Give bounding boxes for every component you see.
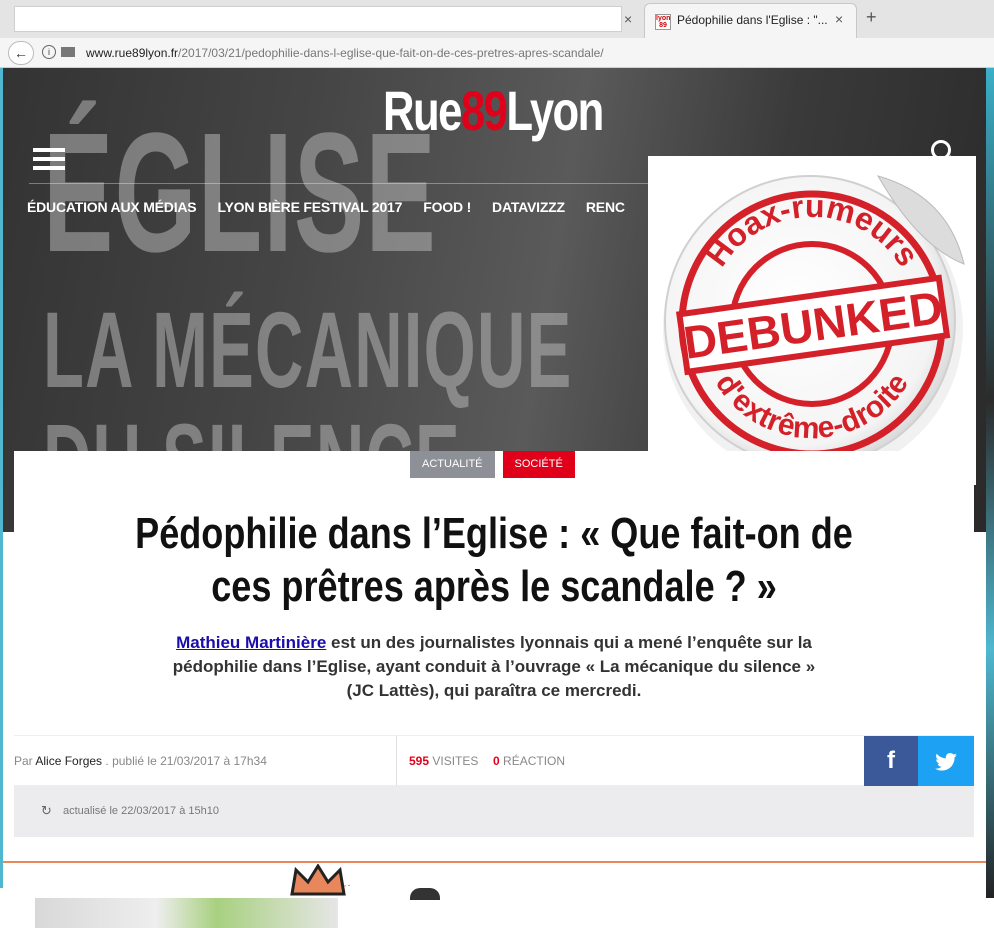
article-card: ACTUALITÉ SOCIÉTÉ Pédophilie dans l’Egli… bbox=[14, 451, 974, 735]
nav-item-education-medias[interactable]: ÉDUCATION AUX MÉDIAS bbox=[27, 199, 197, 215]
debunked-stamp-icon: Hoax-rumeurs d'extrême-droite DEBUNKED bbox=[663, 175, 965, 478]
reactions-number: 0 bbox=[493, 754, 500, 768]
folder-icon bbox=[61, 47, 75, 57]
main-nav: ÉDUCATION AUX MÉDIAS LYON BIÈRE FESTIVAL… bbox=[27, 199, 625, 215]
article-headline: Pédophilie dans l’Eglise : « Que fait-on… bbox=[84, 507, 904, 613]
nav-item-food[interactable]: FOOD ! bbox=[423, 199, 471, 215]
journalist-link[interactable]: Mathieu Martinière bbox=[176, 633, 326, 652]
meta-divider bbox=[396, 736, 397, 786]
visits-label: VISITES bbox=[432, 754, 479, 768]
nav-item-biere-festival[interactable]: LYON BIÈRE FESTIVAL 2017 bbox=[217, 199, 402, 215]
tab-title: Pédophilie dans l'Eglise : "... bbox=[677, 13, 827, 27]
info-icon[interactable]: i bbox=[42, 45, 56, 59]
logo-rue: Rue bbox=[383, 79, 462, 142]
headline-line-2: ces prêtres après le scandale ? » bbox=[211, 562, 777, 611]
url-path: /2017/03/21/pedophilie-dans-l-eglise-que… bbox=[178, 46, 604, 60]
visits-count: 595 VISITES bbox=[409, 754, 478, 768]
visits-number: 595 bbox=[409, 754, 430, 768]
site-logo[interactable]: Rue89Lyon bbox=[383, 78, 604, 143]
updated-date: actualisé le 22/03/2017 à 15h10 bbox=[63, 805, 219, 817]
reactions-label: RÉACTION bbox=[503, 754, 566, 768]
hero-title-mecanique: LA MÉCANIQUE bbox=[43, 289, 573, 410]
tab-strip: × lyon 89 Pédophilie dans l'Eglise : "..… bbox=[0, 0, 994, 38]
nav-item-datavizzz[interactable]: DATAVIZZZ bbox=[492, 199, 565, 215]
article-meta: Par Alice Forges . publié le 21/03/2017 … bbox=[14, 735, 974, 786]
tag-actualite[interactable]: ACTUALITÉ bbox=[410, 451, 495, 478]
address-bar: ← i www.rue89lyon.fr/2017/03/21/pedophil… bbox=[0, 38, 994, 68]
category-tags: ACTUALITÉ SOCIÉTÉ bbox=[410, 451, 575, 478]
active-tab[interactable]: lyon 89 Pédophilie dans l'Eglise : "... … bbox=[644, 3, 857, 38]
close-tab-icon[interactable]: × bbox=[624, 9, 632, 29]
headline-line-1: Pédophilie dans l’Eglise : « Que fait-on… bbox=[135, 509, 853, 558]
blank-tab[interactable] bbox=[14, 6, 622, 32]
debunked-sticker: Hoax-rumeurs d'extrême-droite DEBUNKED bbox=[648, 156, 976, 485]
nav-item-rencontres[interactable]: RENC bbox=[586, 199, 625, 215]
logo-number: 89 bbox=[460, 79, 508, 142]
facebook-share-button[interactable]: f bbox=[864, 736, 918, 786]
article-thumbnail[interactable] bbox=[35, 898, 338, 928]
logo-lyon: Lyon bbox=[506, 79, 604, 142]
updated-bar: ↻ actualisé le 22/03/2017 à 15h10 bbox=[14, 786, 974, 837]
illustration-fragment bbox=[410, 888, 440, 900]
next-section bbox=[3, 863, 986, 899]
article-lede: Mathieu Martinière est un des journalist… bbox=[164, 631, 824, 703]
byline-prefix: Par bbox=[14, 754, 33, 768]
reactions-count[interactable]: 0 RÉACTION bbox=[493, 754, 565, 768]
back-button[interactable]: ← bbox=[8, 41, 34, 65]
favicon-icon: lyon 89 bbox=[655, 14, 671, 30]
refresh-icon: ↻ bbox=[41, 803, 52, 818]
url-field[interactable]: www.rue89lyon.fr/2017/03/21/pedophilie-d… bbox=[86, 46, 604, 60]
new-tab-button[interactable]: + bbox=[866, 7, 877, 28]
hero-title-eglise: ÉGLISE bbox=[43, 98, 438, 288]
published-date: . publié le 21/03/2017 à 17h34 bbox=[105, 754, 267, 768]
tag-societe[interactable]: SOCIÉTÉ bbox=[502, 451, 575, 478]
byline: Par Alice Forges . publié le 21/03/2017 … bbox=[14, 754, 267, 768]
menu-icon[interactable] bbox=[33, 148, 65, 170]
page-edge-strip bbox=[986, 68, 994, 898]
crown-icon bbox=[290, 864, 350, 896]
author-link[interactable]: Alice Forges bbox=[35, 754, 102, 768]
facebook-icon: f bbox=[887, 747, 895, 774]
twitter-share-button[interactable] bbox=[918, 736, 974, 786]
url-host: www.rue89lyon.fr bbox=[86, 46, 179, 60]
twitter-icon bbox=[935, 753, 957, 771]
close-tab-icon[interactable]: × bbox=[835, 11, 843, 27]
